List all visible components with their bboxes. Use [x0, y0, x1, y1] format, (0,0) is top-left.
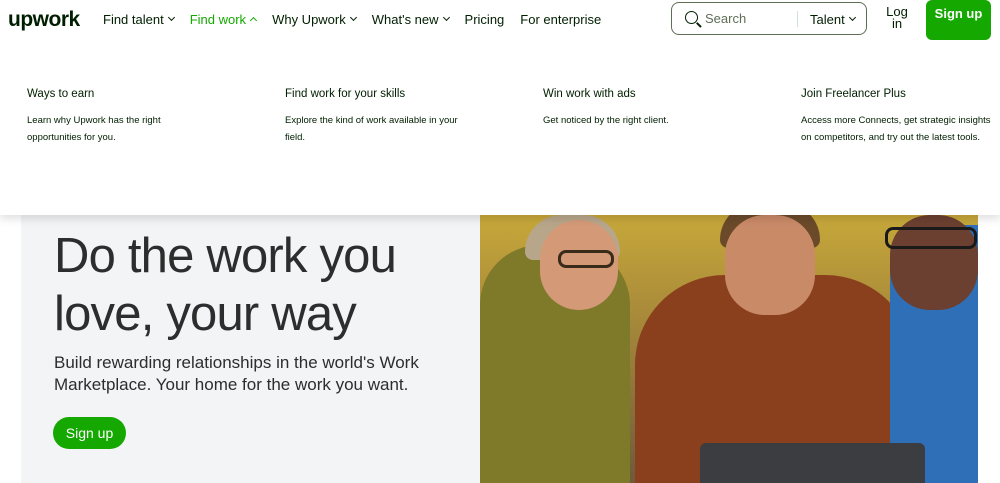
photo-glasses	[558, 250, 614, 268]
chevron-down-icon	[848, 13, 856, 22]
hero-title: Do the work you love, your way	[54, 229, 397, 341]
dropdown-item-title: Join Freelancer Plus	[801, 88, 906, 100]
nav-label: Find work	[189, 11, 247, 27]
dropdown-item-title: Ways to earn	[27, 88, 95, 100]
hero-photo	[480, 215, 978, 483]
search-input[interactable]	[705, 11, 793, 26]
nav-label: Pricing	[464, 11, 505, 27]
search-scope-label: Talent	[810, 12, 845, 27]
nav-label: What's new	[371, 11, 439, 27]
site-header: upwork Find talent Find work Why Upwork …	[0, 0, 1000, 44]
dropdown-item-desc: Explore the kind of work available in yo…	[285, 115, 458, 143]
photo-laptop	[700, 443, 925, 483]
main-nav: Find talent Find work Why Upwork What's …	[103, 0, 617, 38]
hero-signup-button[interactable]: Sign up	[53, 417, 126, 449]
chevron-down-icon	[349, 13, 357, 21]
nav-label: Find talent	[103, 11, 164, 27]
nav-whats-new[interactable]: What's new	[371, 11, 450, 27]
dropdown-item-desc: Learn why Upwork has the right opportuni…	[27, 115, 161, 143]
dropdown-item-win-work-with-ads[interactable]: Win work with ads Get noticed by the rig…	[543, 88, 733, 129]
nav-for-enterprise[interactable]: For enterprise	[520, 12, 601, 27]
dropdown-item-title: Find work for your skills	[285, 88, 406, 100]
dropdown-item-join-freelancer-plus[interactable]: Join Freelancer Plus Access more Connect…	[801, 88, 991, 146]
search-icon[interactable]	[685, 11, 698, 24]
search-bar: Talent	[671, 2, 867, 35]
photo-face	[725, 215, 815, 315]
nav-why-upwork[interactable]: Why Upwork	[272, 11, 357, 27]
dropdown-item-ways-to-earn[interactable]: Ways to earn Learn why Upwork has the ri…	[27, 88, 217, 146]
dropdown-item-desc: Get noticed by the right client.	[543, 115, 669, 126]
chevron-down-icon	[167, 13, 175, 21]
dropdown-item-title: Win work with ads	[543, 88, 636, 100]
hero-subtitle: Build rewarding relationships in the wor…	[54, 353, 419, 394]
nav-label: Why Upwork	[272, 11, 346, 27]
search-divider	[797, 11, 798, 27]
search-scope-dropdown[interactable]: Talent	[810, 12, 856, 27]
login-link[interactable]: Log in	[882, 5, 912, 30]
photo-glasses	[885, 227, 977, 249]
chevron-up-icon	[250, 16, 258, 24]
upwork-logo[interactable]: upwork	[8, 8, 80, 32]
signup-button[interactable]: Sign up	[926, 0, 991, 40]
nav-find-work[interactable]: Find work	[189, 11, 258, 27]
dropdown-item-find-work-for-skills[interactable]: Find work for your skills Explore the ki…	[285, 88, 475, 146]
chevron-down-icon	[442, 13, 450, 21]
dropdown-item-desc: Access more Connects, get strategic insi…	[801, 115, 991, 143]
nav-label: For enterprise	[520, 11, 602, 27]
nav-find-talent[interactable]: Find talent	[103, 11, 175, 27]
nav-pricing[interactable]: Pricing	[465, 12, 505, 27]
find-work-dropdown: Ways to earn Learn why Upwork has the ri…	[0, 44, 1000, 215]
